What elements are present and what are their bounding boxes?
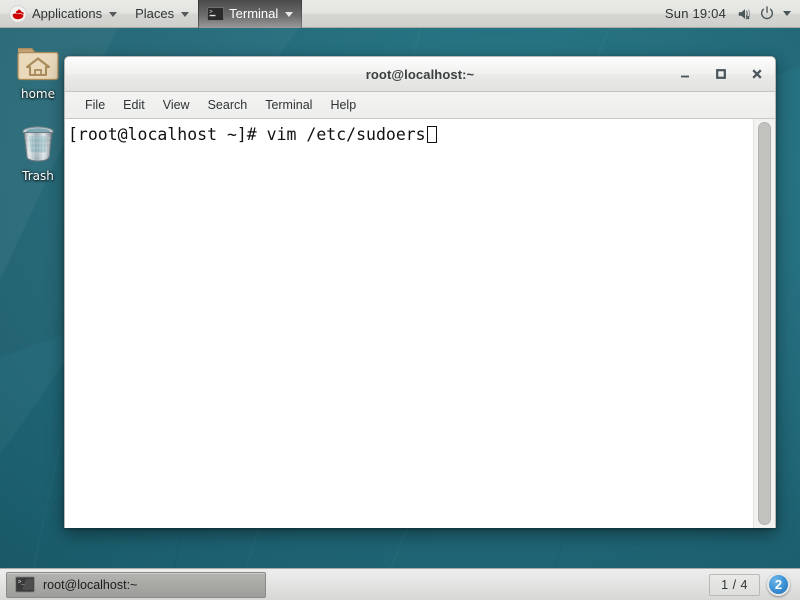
top-panel: Applications Places > Terminal Sun 19:04	[0, 0, 800, 28]
menu-help[interactable]: Help	[321, 95, 365, 115]
close-icon[interactable]	[750, 67, 764, 81]
scrollbar-thumb[interactable]	[758, 122, 771, 525]
power-icon[interactable]	[756, 4, 778, 24]
terminal-cursor	[426, 126, 437, 143]
home-folder-icon	[4, 36, 72, 84]
terminal-scrollbar[interactable]	[753, 119, 775, 528]
terminal-title: root@localhost:~	[365, 66, 475, 82]
menu-terminal[interactable]: Terminal	[256, 95, 321, 115]
svg-text:>: >	[209, 8, 213, 15]
chevron-down-icon	[285, 12, 294, 17]
places-menu[interactable]: Places	[126, 0, 198, 28]
terminal-body[interactable]: [root@localhost ~]# vim /etc/sudoers	[65, 119, 775, 528]
notification-badge[interactable]: 2	[767, 573, 790, 596]
places-menu-label: Places	[135, 6, 175, 21]
terminal-menu-bar: File Edit View Search Terminal Help	[65, 92, 775, 119]
desktop-icon-home-label: home	[20, 87, 56, 101]
window-list-label: Terminal	[229, 6, 279, 21]
terminal-icon: >	[207, 6, 225, 21]
trash-can-icon	[4, 118, 72, 166]
desktop-icon-trash[interactable]: Trash	[4, 118, 72, 183]
applications-menu[interactable]: Applications	[0, 0, 126, 28]
terminal-command-line: [root@localhost ~]# vim /etc/sudoers	[68, 125, 426, 144]
maximize-icon[interactable]	[714, 67, 728, 81]
taskbar-window-label: root@localhost:~	[43, 577, 138, 592]
terminal-window[interactable]: root@localhost:~ File Edit View Search T…	[64, 56, 776, 528]
menu-search[interactable]: Search	[199, 95, 257, 115]
clock[interactable]: Sun 19:04	[657, 6, 734, 21]
workspace-switcher[interactable]: 1 / 4	[709, 573, 760, 596]
menu-file[interactable]: File	[76, 95, 114, 115]
window-list-terminal[interactable]: > Terminal	[198, 0, 303, 28]
window-controls	[678, 67, 775, 81]
applications-menu-label: Applications	[32, 6, 103, 21]
desktop-icon-home[interactable]: home	[4, 36, 72, 101]
menu-edit[interactable]: Edit	[114, 95, 154, 115]
volume-muted-icon[interactable]	[734, 4, 756, 24]
menu-view[interactable]: View	[154, 95, 199, 115]
minimize-icon[interactable]	[678, 67, 692, 81]
chevron-down-icon	[181, 12, 190, 17]
redhat-logo-icon	[9, 4, 27, 23]
taskbar-window-button[interactable]: >_ root@localhost:~	[6, 571, 266, 598]
system-menu-chevron[interactable]	[778, 4, 800, 24]
terminal-output[interactable]: [root@localhost ~]# vim /etc/sudoers	[65, 119, 753, 528]
terminal-title-bar[interactable]: root@localhost:~	[65, 57, 775, 92]
desktop-icon-trash-label: Trash	[22, 169, 54, 183]
terminal-icon: >_	[15, 576, 35, 593]
chevron-down-icon	[109, 12, 118, 17]
bottom-panel: >_ root@localhost:~ 1 / 4 2	[0, 568, 800, 600]
